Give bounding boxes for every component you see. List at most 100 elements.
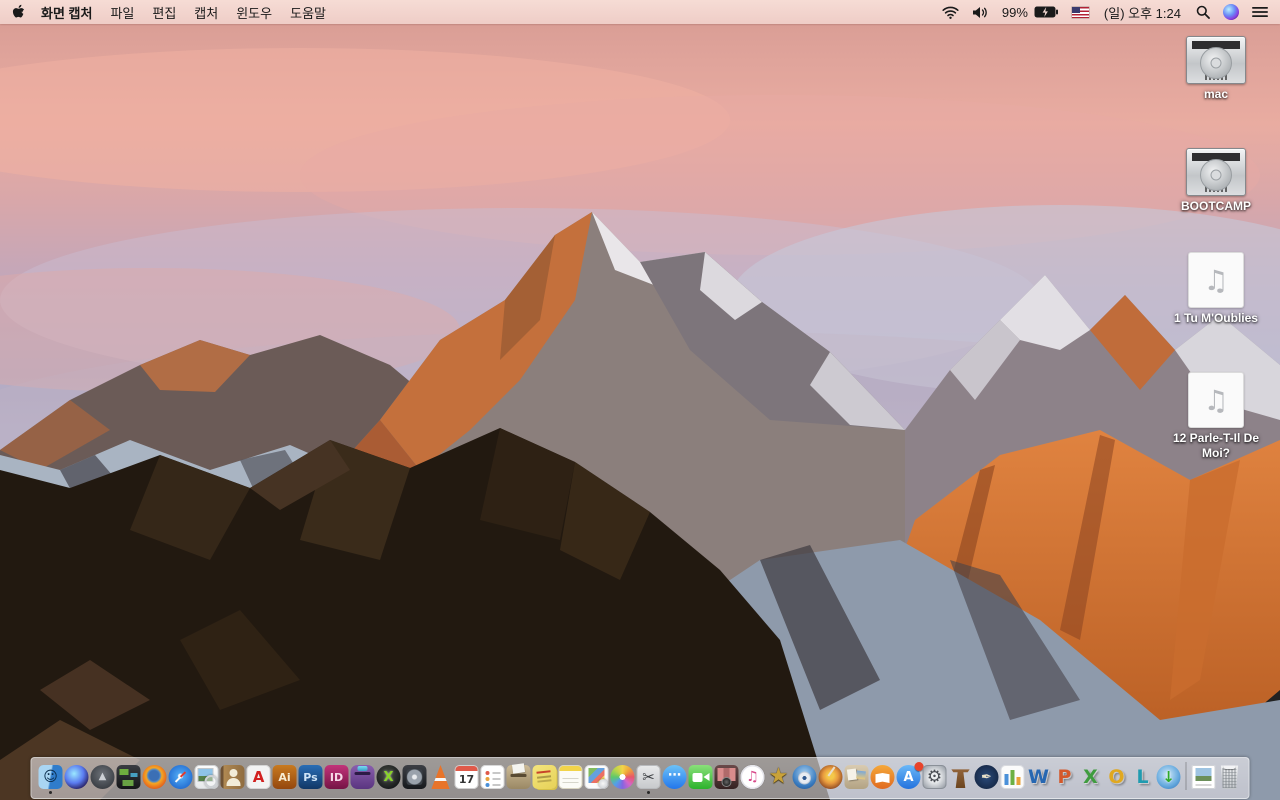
- menu-캡처[interactable]: 캡처: [194, 3, 218, 22]
- dock-trash[interactable]: [1220, 765, 1239, 789]
- dock-toast[interactable]: [350, 765, 375, 789]
- desktop-icon-label: mac: [1203, 87, 1229, 101]
- dock-keynote[interactable]: [951, 769, 970, 789]
- dock-preview[interactable]: [194, 765, 219, 789]
- dock-green-x[interactable]: X: [376, 765, 401, 789]
- messages-glyph: ⋯: [668, 767, 681, 783]
- desktop-icon-drive-mac[interactable]: mac: [1156, 36, 1276, 102]
- indesign-glyph: ID: [329, 770, 344, 784]
- wifi-icon[interactable]: [942, 6, 959, 19]
- dock-vlc[interactable]: [431, 765, 450, 789]
- dock-disk-tool[interactable]: [402, 765, 427, 789]
- apple-menu[interactable]: [12, 4, 25, 20]
- imovie-glyph: ★: [768, 764, 789, 789]
- dock-contacts[interactable]: [220, 765, 245, 789]
- dock-firefox[interactable]: [142, 765, 167, 789]
- dock-mission-control[interactable]: [116, 765, 141, 789]
- dock-pages[interactable]: ✒: [974, 765, 999, 789]
- desktop-icon-label: BOOTCAMP: [1181, 199, 1251, 213]
- dock-garageband[interactable]: [818, 765, 843, 789]
- calendar-glyph: 17: [458, 773, 475, 786]
- dock-photos[interactable]: [610, 765, 635, 789]
- dock-siri[interactable]: [64, 765, 89, 789]
- desktop-icon-audio-12-parle-t-il-de-moi[interactable]: 12 Parle-T-Il De Moi?: [1156, 372, 1276, 461]
- running-indicator: [49, 791, 52, 794]
- battery-percent: 99%: [1001, 4, 1028, 20]
- dock-doc-viewer[interactable]: [584, 765, 609, 789]
- dock-dvd-player[interactable]: [792, 765, 817, 789]
- dock-outlook[interactable]: O: [1105, 765, 1129, 789]
- pages-glyph: ✒: [981, 769, 992, 785]
- dock-ibooks[interactable]: [870, 765, 895, 789]
- desktop: 화면 캡처 파일 편집 캡처 윈도우 도움말 99% (일) 오후 1:24 m…: [0, 0, 1280, 800]
- word-glyph: W: [1028, 765, 1049, 788]
- audio-icon: [1188, 372, 1244, 428]
- dock-app-store[interactable]: A: [896, 762, 924, 789]
- dock-acrobat[interactable]: A: [246, 765, 271, 789]
- dock-document-file[interactable]: [1191, 765, 1216, 789]
- dock-separator: [1185, 762, 1187, 790]
- menu-파일[interactable]: 파일: [110, 3, 134, 22]
- drive-icon: [1186, 36, 1246, 84]
- menubar-menus: 파일 편집 캡처 윈도우 도움말: [110, 3, 344, 22]
- dock-finder[interactable]: ☺: [38, 765, 63, 794]
- dock-launchpad[interactable]: ▲: [90, 765, 115, 789]
- dock-archive-box[interactable]: [506, 765, 531, 789]
- powerpoint-glyph: P: [1057, 765, 1072, 788]
- desktop-icon-audio-1-tu-moublies[interactable]: 1 Tu M'Oublies: [1156, 252, 1276, 326]
- dock-pinboard[interactable]: [844, 765, 869, 789]
- siri-icon[interactable]: [1223, 4, 1239, 20]
- dock-indesign[interactable]: ID: [324, 765, 349, 789]
- dock-system-preferences[interactable]: ⚙: [922, 765, 947, 789]
- dock-powerpoint[interactable]: P: [1053, 765, 1077, 789]
- dock-items: ☺ ▲ A Ai Ps ID X 17 ✂ ⋯ ♫ ★ A ⚙ ✒ W P X O L ↓: [38, 762, 1243, 794]
- dock-downloader[interactable]: ↓: [1156, 765, 1181, 789]
- volume-icon[interactable]: [972, 6, 989, 19]
- excel-glyph: X: [1083, 765, 1098, 788]
- system-preferences-glyph: ⚙: [926, 766, 943, 787]
- dock-stickies[interactable]: [532, 765, 557, 789]
- photoshop-glyph: Ps: [303, 770, 318, 784]
- notification-center-icon[interactable]: [1252, 6, 1268, 18]
- dock-grab[interactable]: ✂: [636, 765, 661, 794]
- dock-imovie[interactable]: ★: [767, 765, 791, 789]
- dock-messages[interactable]: ⋯: [662, 765, 687, 789]
- dock-photo-booth[interactable]: [714, 765, 739, 789]
- grab-glyph: ✂: [642, 767, 655, 786]
- input-source-us-flag[interactable]: [1071, 6, 1089, 18]
- active-app-name[interactable]: 화면 캡처: [41, 3, 92, 22]
- dock-excel[interactable]: X: [1079, 765, 1103, 789]
- drive-icon: [1186, 148, 1246, 196]
- green-x-glyph: X: [383, 769, 394, 785]
- spotlight-search-icon[interactable]: [1196, 5, 1210, 19]
- dock-notes[interactable]: [558, 765, 583, 789]
- audio-icon: [1188, 252, 1244, 308]
- outlook-glyph: O: [1108, 765, 1125, 788]
- dock-numbers[interactable]: [1000, 765, 1025, 789]
- apple-icon: [12, 4, 25, 18]
- dock-safari[interactable]: [168, 765, 193, 789]
- illustrator-glyph: Ai: [278, 770, 291, 784]
- desktop-icon-drive-bootcamp[interactable]: BOOTCAMP: [1156, 148, 1276, 214]
- menu-bar: 화면 캡처 파일 편집 캡처 윈도우 도움말 99% (일) 오후 1:24: [0, 0, 1280, 24]
- launchpad-glyph: ▲: [98, 771, 107, 782]
- menubar-clock[interactable]: (일) 오후 1:24: [1104, 3, 1181, 22]
- acrobat-glyph: A: [252, 767, 265, 786]
- dock-calendar[interactable]: 17: [454, 765, 479, 789]
- itunes-glyph: ♫: [746, 769, 759, 785]
- dock-photoshop[interactable]: Ps: [298, 765, 323, 789]
- menu-윈도우[interactable]: 윈도우: [236, 3, 272, 22]
- wallpaper: [0, 0, 1280, 800]
- dock-facetime[interactable]: [688, 765, 713, 789]
- battery-charging-icon[interactable]: [1034, 6, 1059, 18]
- menu-편집[interactable]: 편집: [152, 3, 176, 22]
- lync-glyph: L: [1136, 765, 1149, 788]
- dock-reminders[interactable]: [480, 765, 505, 789]
- menu-도움말[interactable]: 도움말: [290, 3, 326, 22]
- dock-lync[interactable]: L: [1131, 765, 1155, 789]
- downloader-glyph: ↓: [1162, 767, 1175, 786]
- dock-itunes[interactable]: ♫: [740, 765, 765, 789]
- app-store-glyph: A: [903, 769, 914, 785]
- dock-illustrator[interactable]: Ai: [272, 765, 297, 789]
- dock-word[interactable]: W: [1027, 765, 1051, 789]
